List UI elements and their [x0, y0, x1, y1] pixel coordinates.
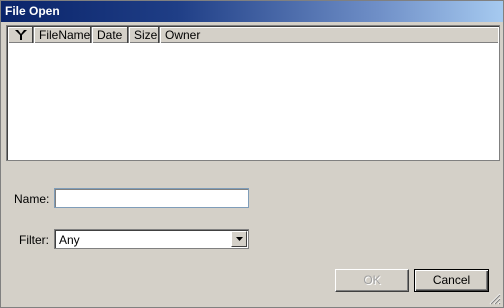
name-label: Name: — [14, 192, 50, 206]
chevron-down-icon — [235, 237, 243, 241]
filter-label: Filter: — [19, 233, 49, 247]
filter-dropdown-button[interactable] — [231, 231, 247, 247]
column-header-owner[interactable]: Owner — [160, 27, 498, 43]
filter-select[interactable]: Any — [54, 229, 249, 249]
name-input[interactable] — [54, 188, 249, 208]
filter-selected-value: Any — [59, 233, 80, 247]
file-list[interactable]: FileName Date Size Owner — [6, 25, 500, 161]
file-open-dialog: File Open FileName Date Size Owner Name:… — [0, 0, 504, 308]
filter-funnel-icon — [14, 30, 27, 40]
column-header-date[interactable]: Date — [92, 27, 129, 43]
cancel-button[interactable]: Cancel — [414, 269, 489, 292]
column-filter-button[interactable] — [8, 27, 34, 43]
column-header-size[interactable]: Size — [129, 27, 160, 43]
ok-button[interactable]: OK — [335, 269, 409, 292]
file-list-header: FileName Date Size Owner — [8, 27, 498, 43]
dialog-title: File Open — [1, 1, 503, 22]
column-header-filename[interactable]: FileName — [34, 27, 92, 43]
resize-grip-icon[interactable] — [489, 293, 501, 305]
